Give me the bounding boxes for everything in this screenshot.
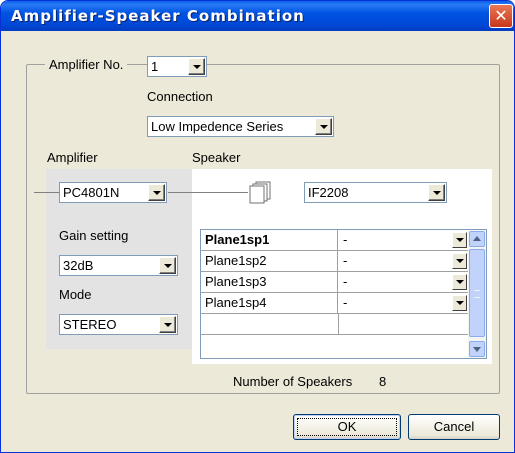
connection-value: Low Impedence Series [151, 119, 284, 134]
title-bar[interactable]: Amplifier-Speaker Combination ✕ [1, 1, 514, 31]
assign-cell[interactable]: - [338, 251, 469, 272]
amplifier-model-value: PC4801N [63, 185, 120, 200]
speaker-name-cell: Plane1sp4 [201, 293, 338, 314]
window-title: Amplifier-Speaker Combination [11, 7, 305, 25]
speaker-model-value: IF2208 [308, 185, 349, 200]
chevron-down-icon[interactable] [188, 58, 205, 75]
gain-setting-value: 32dB [63, 258, 94, 273]
speaker-name-cell: Plane1sp3 [201, 272, 338, 293]
chevron-down-icon[interactable] [452, 232, 467, 248]
amplifier-heading: Amplifier [47, 150, 98, 165]
gain-setting-dropdown[interactable]: 32dB [59, 255, 178, 276]
speaker-stack-icon [249, 181, 271, 204]
focus-rect [297, 418, 397, 436]
cancel-button[interactable]: Cancel [408, 414, 500, 440]
table-row[interactable]: Plane1sp1 - [201, 230, 469, 251]
scroll-up-icon[interactable] [469, 231, 485, 247]
chevron-down-icon[interactable] [428, 184, 445, 201]
speaker-heading: Speaker [192, 150, 241, 165]
dialog-window: Amplifier-Speaker Combination ✕ Amplifie… [0, 0, 515, 453]
assign-cell[interactable]: - [338, 230, 469, 251]
cancel-label: Cancel [433, 419, 475, 434]
close-button[interactable]: ✕ [489, 4, 513, 28]
connector-line-left [34, 192, 59, 193]
number-of-speakers-label: Number of Speakers [233, 374, 353, 389]
table-row[interactable]: Plane1sp4 - [201, 293, 469, 314]
table-row-empty[interactable] [201, 314, 469, 335]
column-separator [338, 314, 339, 335]
gain-setting-label: Gain setting [59, 228, 129, 243]
speaker-assignment-table: Plane1sp1 - Plane1sp2 - Plane1sp3 - Plan… [200, 229, 487, 359]
chevron-down-icon[interactable] [159, 257, 176, 274]
chevron-down-icon[interactable] [148, 184, 165, 201]
speaker-model-dropdown[interactable]: IF2208 [304, 182, 447, 203]
assign-cell[interactable]: - [338, 272, 469, 293]
mode-label: Mode [59, 287, 92, 302]
speaker-name-cell: Plane1sp1 [201, 230, 338, 251]
table-scrollbar[interactable] [468, 230, 486, 358]
chevron-down-icon[interactable] [159, 316, 176, 333]
mode-value: STEREO [63, 317, 117, 332]
table-row[interactable]: Plane1sp2 - [201, 251, 469, 272]
connector-line-right [168, 192, 248, 193]
chevron-down-icon[interactable] [452, 274, 467, 290]
number-of-speakers-value: 8 [379, 374, 387, 389]
chevron-down-icon[interactable] [315, 118, 332, 135]
connection-dropdown[interactable]: Low Impedence Series [147, 116, 334, 137]
amplifier-model-dropdown[interactable]: PC4801N [59, 182, 167, 203]
mode-dropdown[interactable]: STEREO [59, 314, 178, 335]
ok-button[interactable]: OK [293, 414, 401, 440]
table-row[interactable]: Plane1sp3 - [201, 272, 469, 293]
assign-cell[interactable]: - [338, 293, 469, 314]
scroll-thumb[interactable] [469, 249, 485, 337]
amplifier-no-value: 1 [151, 59, 159, 74]
chevron-down-icon[interactable] [452, 253, 467, 269]
chevron-down-icon[interactable] [452, 295, 467, 311]
scroll-down-icon[interactable] [469, 341, 485, 357]
connection-label: Connection [147, 89, 213, 104]
close-icon: ✕ [494, 6, 508, 25]
speaker-name-cell: Plane1sp2 [201, 251, 338, 272]
amplifier-no-label: Amplifier No. [45, 57, 128, 72]
amplifier-no-dropdown[interactable]: 1 [147, 56, 207, 77]
